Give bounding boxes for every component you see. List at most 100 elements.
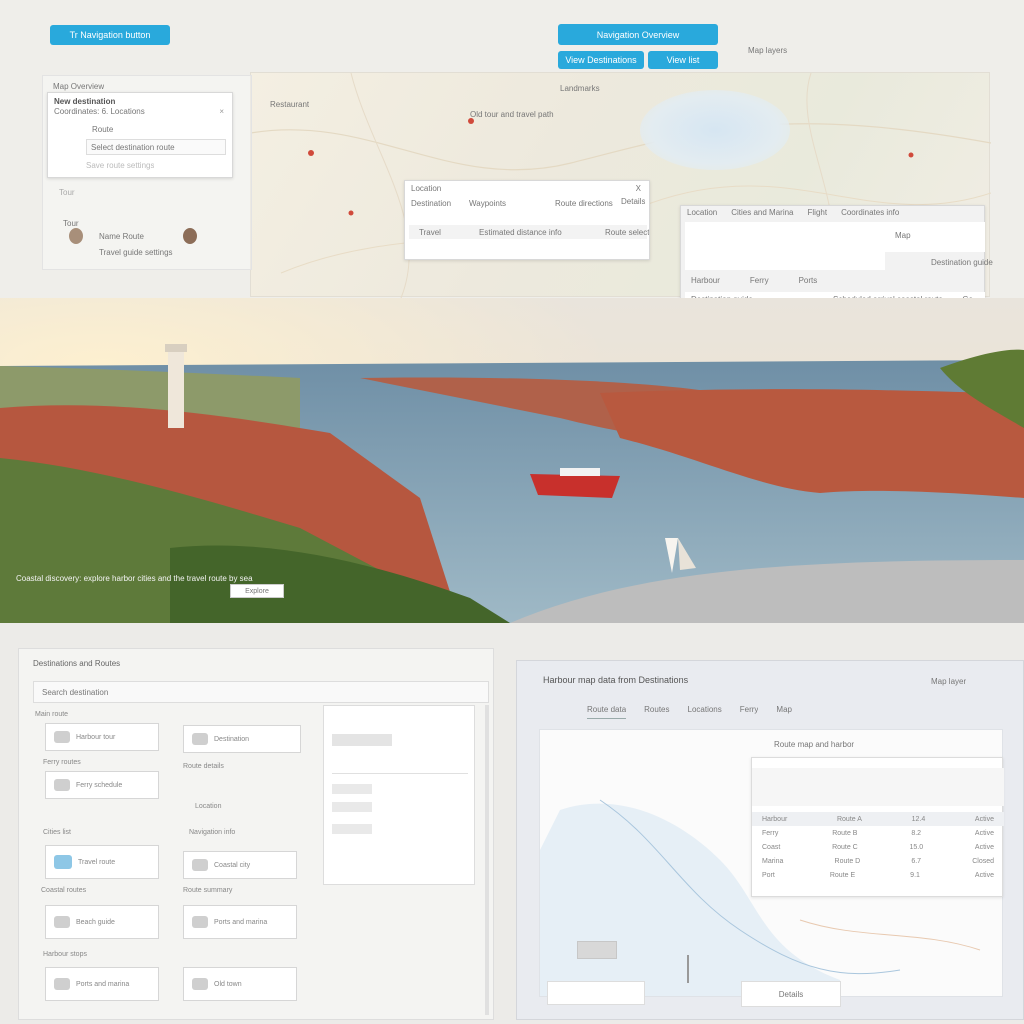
map-legend bbox=[547, 981, 645, 1005]
column-waypoints: Waypoints bbox=[469, 199, 507, 208]
section-label: Harbour stops bbox=[43, 951, 87, 958]
map-layers-caption: Map layers bbox=[748, 46, 788, 55]
list-item[interactable]: Coastal city bbox=[183, 851, 297, 879]
section-label: Cities list bbox=[43, 829, 72, 836]
user-name: Name Route bbox=[99, 232, 144, 241]
placeholder-bar bbox=[332, 802, 372, 812]
ferry-icon bbox=[54, 779, 70, 791]
user-name: Travel guide settings bbox=[99, 248, 173, 257]
tab-ferry[interactable]: Ferry bbox=[740, 705, 759, 719]
list-item[interactable]: Destination bbox=[183, 725, 301, 753]
panel-title: Destinations and Routes bbox=[33, 659, 121, 668]
destinations-panel: Destinations and Routes Search destinati… bbox=[18, 648, 494, 1020]
tab-route-data[interactable]: Route data bbox=[587, 705, 627, 719]
table-header-block bbox=[752, 768, 1004, 806]
section-label: Tour bbox=[63, 219, 79, 228]
map-pin-stem bbox=[687, 955, 689, 983]
explore-button[interactable]: Explore bbox=[230, 584, 284, 598]
map-control[interactable] bbox=[577, 941, 617, 959]
tab-map[interactable]: Map bbox=[776, 705, 792, 719]
table-row[interactable]: Port Route E 9.1 Active bbox=[752, 868, 1004, 882]
tab-locations[interactable]: Locations bbox=[688, 705, 722, 719]
panel-tabs: Route data Routes Locations Ferry Map bbox=[587, 705, 967, 719]
side-label: Route summary bbox=[183, 887, 233, 894]
popup-header: Location bbox=[411, 184, 442, 193]
popup-row[interactable]: Travel Estimated distance info Route sel… bbox=[409, 225, 649, 239]
map-label: Old tour and travel path bbox=[470, 110, 554, 119]
map-label: Landmarks bbox=[560, 84, 600, 93]
map-icon bbox=[54, 731, 70, 743]
nav-tab[interactable]: Tr Navigation button bbox=[50, 25, 170, 45]
side-label: Navigation info bbox=[189, 829, 236, 836]
close-icon[interactable]: × bbox=[219, 107, 224, 116]
popup-tabs: Location Cities and Marina Flight Coordi… bbox=[681, 208, 986, 220]
column-details: Details bbox=[621, 197, 646, 206]
list-item[interactable]: Beach guide bbox=[45, 905, 159, 939]
map-badge: Map bbox=[895, 231, 911, 240]
list-item[interactable]: Old town bbox=[183, 967, 297, 1001]
details-button[interactable]: Details bbox=[741, 981, 841, 1007]
anchor-icon bbox=[192, 916, 208, 928]
list-item[interactable]: Harbour tour bbox=[45, 723, 159, 751]
hero-caption: Coastal discovery: explore harbor cities… bbox=[16, 574, 253, 583]
table-row[interactable]: Ferry Route B 8.2 Active bbox=[752, 826, 1004, 840]
field-label: Route bbox=[92, 125, 114, 134]
destination-card: New destination Coordinates: 6. Location… bbox=[47, 92, 233, 178]
overview-button[interactable]: Navigation Overview bbox=[558, 24, 718, 45]
table-row[interactable]: Harbour Route A 12.4 Active bbox=[752, 812, 1004, 826]
map-layer-link[interactable]: Map layer bbox=[931, 677, 966, 686]
column-destination: Destination bbox=[411, 199, 452, 208]
list-button[interactable]: View list bbox=[648, 51, 718, 69]
section-label: Ferry routes bbox=[43, 759, 81, 766]
globe-icon bbox=[54, 855, 72, 869]
route-input[interactable]: Select destination route bbox=[86, 139, 226, 155]
placeholder-bar bbox=[332, 734, 392, 746]
pin-icon bbox=[192, 733, 208, 745]
list-item[interactable]: Ports and marina bbox=[183, 905, 297, 939]
map-water bbox=[640, 90, 790, 170]
table-row[interactable]: Coast Route C 15.0 Active bbox=[752, 840, 1004, 854]
list-item[interactable]: Ferry schedule bbox=[45, 771, 159, 799]
search-input[interactable]: Search destination bbox=[33, 681, 489, 703]
destinations-button[interactable]: View Destinations bbox=[558, 51, 644, 69]
detail-row bbox=[332, 758, 468, 774]
popup-body: Map bbox=[685, 222, 985, 252]
avatar bbox=[183, 228, 197, 244]
tab-location[interactable]: Location bbox=[687, 208, 717, 220]
list-item[interactable]: Travel route bbox=[45, 845, 159, 879]
side-label: Route details bbox=[183, 763, 224, 770]
location-popup: Location X Destination Waypoints Route d… bbox=[404, 180, 650, 260]
tab-flight[interactable]: Flight bbox=[808, 208, 828, 220]
section-label: Main route bbox=[35, 711, 69, 718]
panel-header: Map Overview bbox=[53, 82, 105, 91]
castle-icon bbox=[192, 978, 208, 990]
placeholder-bar bbox=[332, 784, 372, 794]
column-route: Route directions bbox=[555, 199, 613, 208]
tab-cities[interactable]: Cities and Marina bbox=[731, 208, 793, 220]
map-section: Restaurant Old tour and travel path Land… bbox=[0, 0, 1024, 308]
route-table: Harbour Route A 12.4 Active Ferry Route … bbox=[751, 757, 1004, 897]
close-button[interactable]: X bbox=[636, 184, 641, 193]
tab-coordinates[interactable]: Coordinates info bbox=[841, 208, 899, 220]
left-panel: Map Overview New destination Coordinates… bbox=[42, 75, 252, 270]
popup-body-lower bbox=[685, 252, 885, 270]
table-row[interactable]: Marina Route D 6.7 Closed bbox=[752, 854, 1004, 868]
list-item[interactable]: Ports and marina bbox=[45, 967, 159, 1001]
city-icon bbox=[192, 859, 208, 871]
card-title: New destination bbox=[54, 97, 116, 106]
table-body: Harbour Route A 12.4 Active Ferry Route … bbox=[752, 812, 1004, 892]
panel-title: Harbour map data from Destinations bbox=[543, 675, 689, 685]
card-subtitle: Coordinates: 6. Locations bbox=[54, 107, 145, 116]
harbour-map-panel: Harbour map data from Destinations Map l… bbox=[516, 660, 1024, 1020]
hero-photo: Coastal discovery: explore harbor cities… bbox=[0, 298, 1024, 623]
scrollbar[interactable] bbox=[485, 705, 489, 1015]
detail-card bbox=[323, 705, 475, 885]
harbour-icon bbox=[54, 978, 70, 990]
card-footer: Save route settings bbox=[86, 161, 155, 170]
tab-routes[interactable]: Routes bbox=[644, 705, 669, 719]
popup-caption: Destination guide bbox=[931, 258, 993, 267]
placeholder-bar bbox=[332, 824, 372, 834]
section-label: Coastal routes bbox=[41, 887, 87, 894]
popup-row: Harbour Ferry Ports bbox=[691, 276, 818, 285]
map-panel-header: Route map and harbor bbox=[774, 740, 855, 749]
